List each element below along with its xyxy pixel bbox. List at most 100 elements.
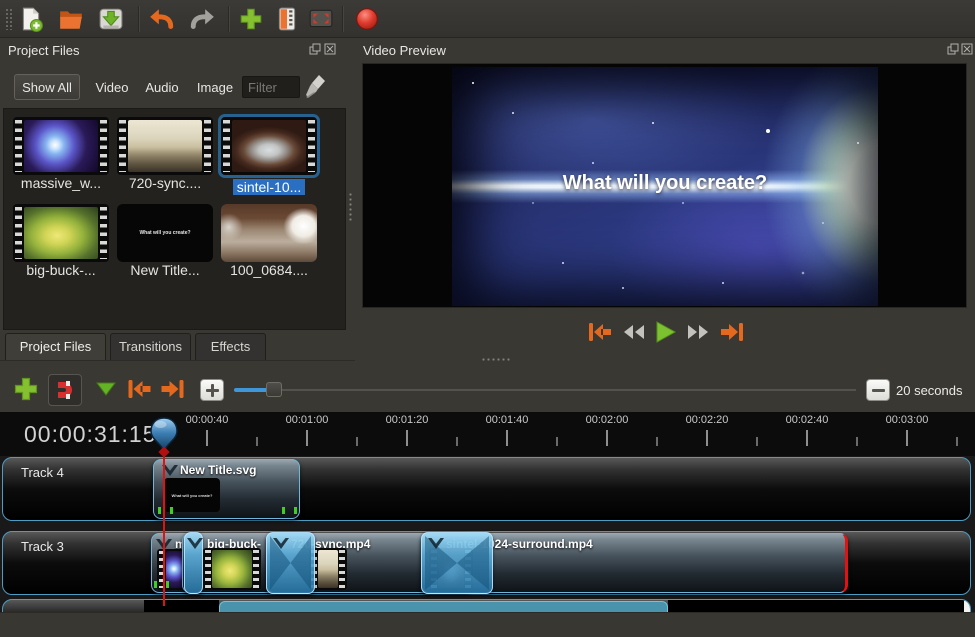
plus-icon bbox=[12, 375, 40, 403]
open-folder-icon bbox=[58, 6, 84, 32]
zoom-slider-track[interactable] bbox=[234, 389, 856, 391]
clear-filter-broom-icon[interactable] bbox=[303, 73, 329, 101]
transition-3[interactable] bbox=[421, 532, 493, 594]
zoom-in-button[interactable] bbox=[200, 379, 224, 401]
filter-video-button[interactable]: Video bbox=[90, 74, 134, 100]
fullscreen-icon bbox=[308, 6, 334, 32]
import-files-button[interactable] bbox=[236, 5, 266, 33]
ruler-label: 00:01:20 bbox=[372, 414, 442, 426]
float-panel-icon[interactable] bbox=[947, 43, 959, 55]
zoom-slider-handle[interactable] bbox=[266, 382, 282, 397]
file-item-720-sync[interactable]: 720-sync.... bbox=[117, 117, 213, 195]
filter-audio-button[interactable]: Audio bbox=[140, 74, 184, 100]
add-marker-button[interactable] bbox=[95, 381, 117, 397]
undo-icon bbox=[148, 6, 174, 32]
ruler-label: 00:01:40 bbox=[472, 414, 542, 426]
toolbar-separator bbox=[138, 6, 140, 32]
jump-end-icon bbox=[719, 320, 745, 344]
transition-menu-chevron-icon[interactable] bbox=[273, 538, 289, 549]
close-panel-icon[interactable] bbox=[961, 43, 973, 55]
toolbar-drag-handle[interactable] bbox=[5, 8, 13, 30]
clip-title: New Title.svg bbox=[180, 463, 256, 477]
file-item-massive[interactable]: massive_w... bbox=[13, 117, 109, 195]
scroll-corner bbox=[964, 601, 971, 612]
undo-button[interactable] bbox=[146, 5, 176, 33]
file-item-big-buck[interactable]: big-buck-... bbox=[13, 204, 109, 282]
filmstrip-icon bbox=[274, 6, 300, 32]
fast-forward-button[interactable] bbox=[684, 316, 712, 346]
video-thumbnail bbox=[13, 204, 109, 262]
save-project-button[interactable] bbox=[96, 5, 126, 33]
transition-menu-chevron-icon[interactable] bbox=[428, 538, 444, 549]
zoom-out-button[interactable] bbox=[866, 379, 890, 401]
tab-effects[interactable]: Effects bbox=[195, 333, 266, 361]
jump-to-start-button[interactable] bbox=[586, 316, 614, 346]
ruler-label: 00:02:00 bbox=[572, 414, 642, 426]
magnet-icon bbox=[53, 378, 77, 402]
fast-forward-icon bbox=[685, 320, 711, 344]
transition-2[interactable] bbox=[266, 532, 315, 594]
file-label: massive_w... bbox=[21, 175, 101, 191]
next-marker-button[interactable] bbox=[159, 377, 186, 401]
arrow-bar-left-icon bbox=[126, 377, 153, 401]
tab-baseline bbox=[0, 360, 355, 361]
tab-project-files[interactable]: Project Files bbox=[5, 333, 106, 361]
video-viewport[interactable]: What will you create? bbox=[362, 63, 967, 308]
add-track-button[interactable] bbox=[12, 375, 40, 403]
tab-transitions[interactable]: Transitions bbox=[110, 333, 191, 361]
transition-menu-chevron-icon[interactable] bbox=[187, 538, 203, 549]
new-project-button[interactable] bbox=[16, 5, 46, 33]
track-2-row-partial[interactable] bbox=[2, 599, 971, 612]
track-name: Track 4 bbox=[21, 465, 64, 480]
file-label: 720-sync.... bbox=[129, 175, 201, 191]
track-gap bbox=[144, 600, 219, 612]
file-item-new-title[interactable]: What will you create? New Title... bbox=[117, 204, 213, 282]
fullscreen-button[interactable] bbox=[306, 5, 336, 33]
horizontal-splitter-handle[interactable] bbox=[481, 358, 511, 361]
open-project-button[interactable] bbox=[56, 5, 86, 33]
track-4-row[interactable]: Track 4 New Title.svg What will you crea… bbox=[2, 457, 971, 521]
file-item-sintel[interactable]: sintel-10... bbox=[221, 117, 317, 195]
file-item-100-0684[interactable]: 100_0684.... bbox=[221, 204, 317, 282]
play-icon bbox=[652, 320, 678, 344]
ruler-label: 00:02:20 bbox=[672, 414, 742, 426]
plus-icon bbox=[238, 6, 264, 32]
play-button[interactable] bbox=[651, 316, 679, 346]
filter-image-button[interactable]: Image bbox=[192, 74, 238, 100]
jump-to-end-button[interactable] bbox=[718, 316, 746, 346]
transition-1[interactable] bbox=[184, 532, 203, 594]
video-frame: What will you create? bbox=[452, 67, 878, 306]
playhead-timecode: 00:00:31:15 bbox=[24, 421, 157, 448]
video-thumbnail bbox=[221, 117, 317, 175]
snapping-toggle-button[interactable] bbox=[48, 374, 82, 406]
video-overlay-text: What will you create? bbox=[452, 172, 878, 195]
openshot-window: Project Files Show All Video Audio Image… bbox=[0, 0, 975, 637]
record-circle-icon bbox=[354, 6, 380, 32]
previous-marker-button[interactable] bbox=[126, 377, 153, 401]
filter-show-all-button[interactable]: Show All bbox=[14, 74, 80, 100]
rewind-icon bbox=[621, 320, 647, 344]
zoom-scale-label: 20 seconds bbox=[896, 383, 963, 398]
close-panel-icon[interactable] bbox=[324, 43, 336, 55]
clip-thumb-text: What will you create? bbox=[172, 493, 213, 498]
toolbar-separator bbox=[228, 6, 230, 32]
rewind-button[interactable] bbox=[620, 316, 648, 346]
export-video-button[interactable] bbox=[352, 5, 382, 33]
clip-new-title[interactable]: New Title.svg What will you create? bbox=[153, 459, 300, 519]
file-label: big-buck-... bbox=[26, 262, 95, 278]
video-thumbnail bbox=[117, 117, 213, 175]
track-3-row[interactable]: Track 3 m big-buck- 720-sync.mp4 bbox=[2, 531, 971, 595]
track-gap bbox=[668, 600, 964, 612]
timeline-ruler[interactable]: 00:00:31:15 00:00:40 00:01:00 00:01:20 0… bbox=[0, 412, 975, 456]
filter-input[interactable] bbox=[242, 76, 300, 98]
clip-partial[interactable] bbox=[219, 601, 668, 612]
redo-button[interactable] bbox=[188, 5, 218, 33]
ruler-label: 00:02:40 bbox=[772, 414, 842, 426]
choose-profile-button[interactable] bbox=[272, 5, 302, 33]
float-panel-icon[interactable] bbox=[309, 43, 321, 55]
file-label: New Title... bbox=[130, 262, 199, 278]
timeline-tracks-area[interactable]: Track 4 New Title.svg What will you crea… bbox=[0, 456, 975, 612]
toolbar-separator bbox=[342, 6, 344, 32]
vertical-splitter-handle[interactable] bbox=[349, 192, 352, 222]
file-label-selected: sintel-10... bbox=[233, 179, 306, 195]
